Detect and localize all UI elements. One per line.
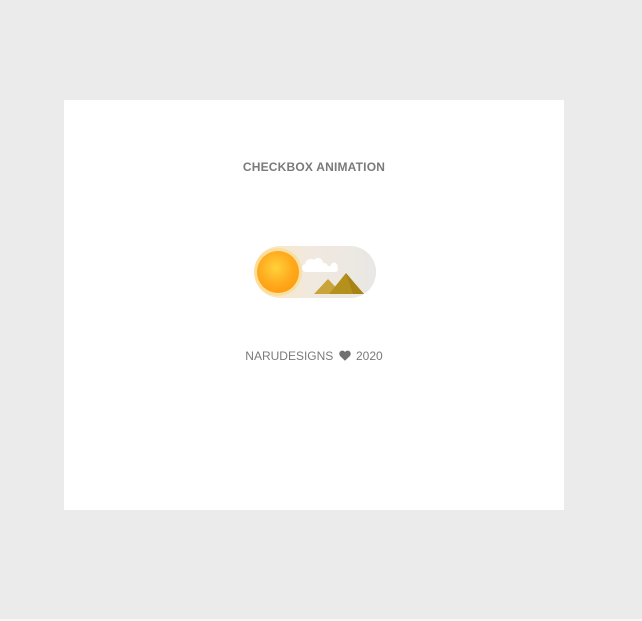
page-title: CHECKBOX ANIMATION [242, 160, 386, 174]
copyright-year: 2020 [356, 349, 383, 363]
toggle-graphic [254, 246, 376, 298]
brand-name: NARUDESIGNS [245, 349, 334, 363]
footer-credit: NARUDESIGNS 2020 [64, 349, 564, 364]
day-night-toggle[interactable] [254, 246, 376, 298]
heart-icon [338, 350, 351, 364]
main-card: CHECKBOX ANIMATION NARUDESIGNS 2020 [64, 100, 564, 510]
sun-icon [257, 251, 299, 293]
